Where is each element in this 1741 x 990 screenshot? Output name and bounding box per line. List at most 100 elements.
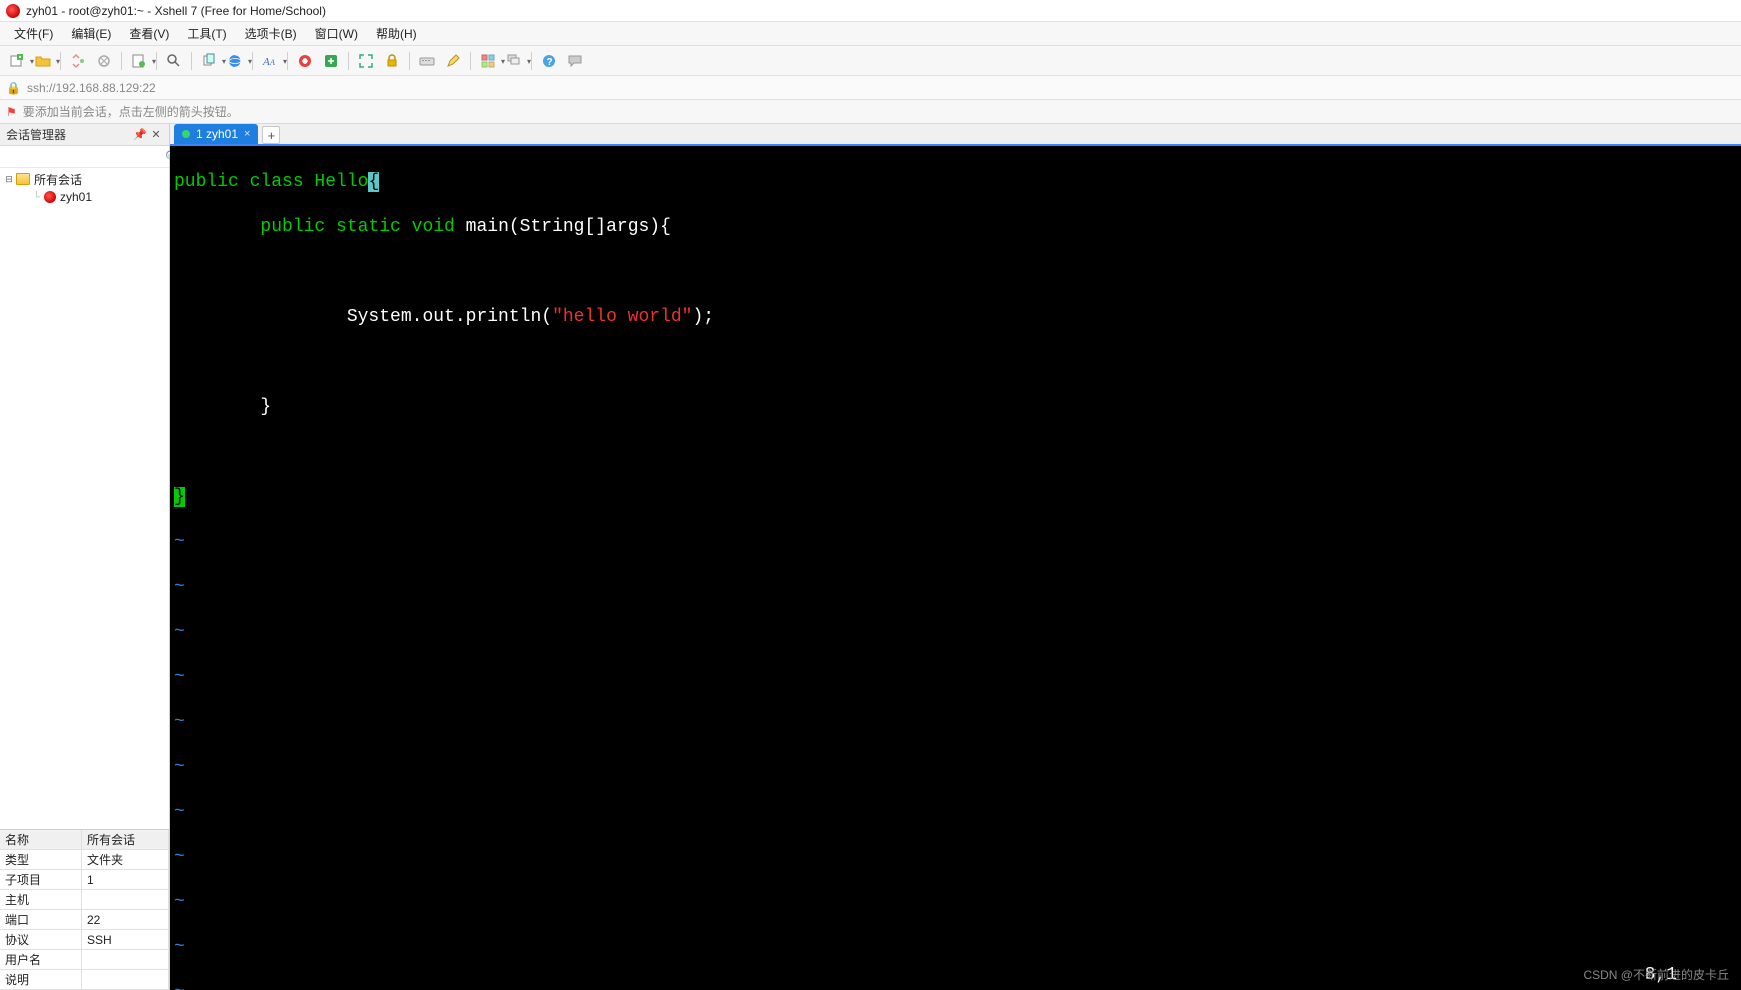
tree-branch-icon: └ [26, 192, 40, 203]
app-icon [6, 4, 20, 18]
propgrid-header-val: 所有会话 [82, 830, 169, 849]
menu-view[interactable]: 查看(V) [121, 22, 177, 45]
term-tilde: ~ [174, 936, 1737, 959]
svg-text:?: ? [547, 57, 553, 68]
fullscreen-button[interactable] [355, 50, 377, 72]
search-button[interactable] [163, 50, 185, 72]
add-tab-button[interactable]: + [262, 126, 280, 144]
prop-key: 主机 [0, 890, 82, 909]
main-area: 会话管理器 📌 ✕ 🔍 ⊟ 所有会话 └ zyh01 [0, 124, 1741, 990]
propgrid-row: 端口 22 [0, 910, 169, 930]
search-input[interactable] [2, 147, 165, 167]
term-tilde: ~ [174, 801, 1737, 824]
term-line: System.out.println("hello world"); [174, 306, 1737, 329]
address-url[interactable]: ssh://192.168.88.129:22 [27, 81, 156, 95]
tree-session-row[interactable]: └ zyh01 [0, 188, 169, 206]
term-tilde: ~ [174, 621, 1737, 644]
connection-status-icon [182, 130, 190, 138]
copy-button[interactable] [198, 50, 220, 72]
xagent-button[interactable] [294, 50, 316, 72]
term-tilde: ~ [174, 666, 1737, 689]
prop-val: 1 [82, 870, 169, 889]
propgrid-row: 用户名 [0, 950, 169, 970]
prop-val: 文件夹 [82, 850, 169, 869]
xftp-button[interactable] [320, 50, 342, 72]
menu-tab[interactable]: 选项卡(B) [237, 22, 305, 45]
propgrid-header: 名称 所有会话 [0, 830, 169, 850]
open-session-button[interactable] [32, 50, 54, 72]
session-tab[interactable]: 1 zyh01 × [174, 124, 258, 144]
menu-window[interactable]: 窗口(W) [307, 22, 366, 45]
sidebar-title: 会话管理器 [6, 126, 66, 143]
terminal[interactable]: public class Hello{ public static void m… [170, 146, 1741, 990]
disconnect-button[interactable] [93, 50, 115, 72]
help-button[interactable]: ? [538, 50, 560, 72]
tab-label: 1 zyh01 [196, 127, 238, 141]
watermark: CSDN @不断前进的皮卡丘 [1583, 964, 1729, 987]
menu-tools[interactable]: 工具(T) [179, 22, 234, 45]
prop-key: 子项目 [0, 870, 82, 889]
term-tilde: ~ [174, 576, 1737, 599]
toolbar-separator [287, 52, 288, 70]
content-area: 1 zyh01 × + public class Hello{ public s… [170, 124, 1741, 990]
propgrid-row: 协议 SSH [0, 930, 169, 950]
menu-help[interactable]: 帮助(H) [368, 22, 425, 45]
reconnect-button[interactable] [67, 50, 89, 72]
term-tilde: ~ [174, 531, 1737, 554]
prop-val [82, 970, 169, 989]
highlight-button[interactable] [442, 50, 464, 72]
folder-icon [16, 173, 30, 185]
flag-icon: ⚑ [6, 105, 17, 119]
toolbar-separator [121, 52, 122, 70]
hint-text: 要添加当前会话，点击左侧的箭头按钮。 [23, 103, 239, 120]
lock-icon: 🔒 [6, 81, 21, 95]
term-tilde: ~ [174, 891, 1737, 914]
tree-root-row[interactable]: ⊟ 所有会话 [0, 170, 169, 188]
term-line: public class Hello{ [174, 171, 1737, 194]
prop-key: 用户名 [0, 950, 82, 969]
svg-text:A: A [269, 58, 275, 67]
term-line: } [174, 486, 1737, 509]
addressbar: 🔒 ssh://192.168.88.129:22 [0, 76, 1741, 100]
sidebar-header: 会话管理器 📌 ✕ [0, 124, 169, 146]
pin-icon[interactable]: 📌 [133, 128, 147, 142]
session-tree: ⊟ 所有会话 └ zyh01 [0, 168, 169, 829]
new-session-button[interactable] [6, 50, 28, 72]
profile-button[interactable] [128, 50, 150, 72]
chat-button[interactable] [564, 50, 586, 72]
prop-val [82, 890, 169, 909]
menu-edit[interactable]: 编辑(E) [63, 22, 119, 45]
term-line [174, 261, 1737, 284]
prop-val: 22 [82, 910, 169, 929]
cascade-button[interactable] [503, 50, 525, 72]
close-icon[interactable]: ✕ [149, 128, 163, 142]
propgrid-header-key: 名称 [0, 830, 82, 849]
propgrid-row: 类型 文件夹 [0, 850, 169, 870]
tree-expander-icon[interactable]: ⊟ [4, 174, 14, 185]
properties-grid: 名称 所有会话 类型 文件夹 子项目 1 主机 端口 22 协议 SSH [0, 829, 169, 990]
menubar: 文件(F) 编辑(E) 查看(V) 工具(T) 选项卡(B) 窗口(W) 帮助(… [0, 22, 1741, 46]
propgrid-row: 子项目 1 [0, 870, 169, 890]
layout-button[interactable] [477, 50, 499, 72]
term-tilde: ~ [174, 711, 1737, 734]
prop-key: 类型 [0, 850, 82, 869]
prop-key: 说明 [0, 970, 82, 989]
hintbar: ⚑ 要添加当前会话，点击左侧的箭头按钮。 [0, 100, 1741, 124]
term-line: } [174, 396, 1737, 419]
menu-file[interactable]: 文件(F) [6, 22, 61, 45]
lock-button[interactable] [381, 50, 403, 72]
toolbar-separator [60, 52, 61, 70]
term-line [174, 351, 1737, 374]
font-button[interactable]: AA [259, 50, 281, 72]
toolbar-separator [470, 52, 471, 70]
svg-text:A: A [262, 56, 270, 68]
tab-close-icon[interactable]: × [244, 128, 250, 140]
keymap-button[interactable] [416, 50, 438, 72]
term-line: public static void main(String[]args){ [174, 216, 1737, 239]
sidebar-search: 🔍 [0, 146, 169, 168]
propgrid-row: 说明 [0, 970, 169, 990]
toolbar-separator [348, 52, 349, 70]
paste-button[interactable] [224, 50, 246, 72]
tree-session-label: zyh01 [58, 190, 92, 204]
toolbar-separator [191, 52, 192, 70]
